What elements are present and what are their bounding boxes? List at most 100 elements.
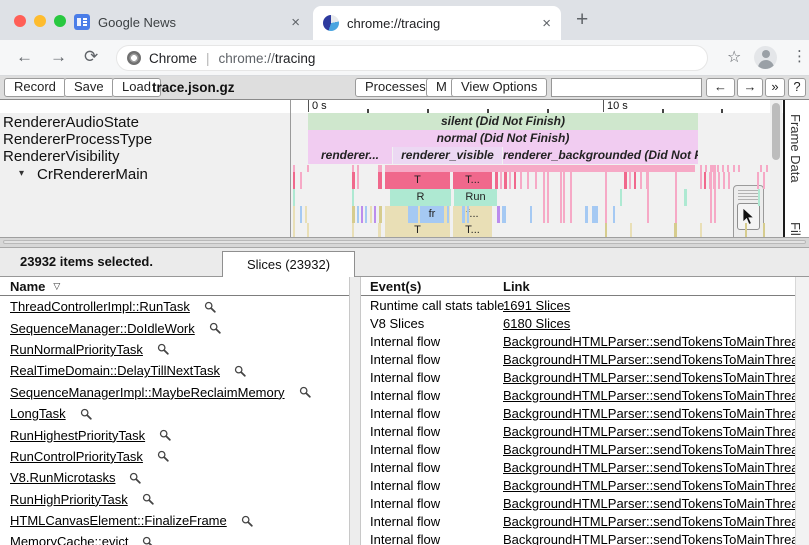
slice-name-link[interactable]: SequenceManagerImpl::MaybeReclaimMemory — [10, 385, 285, 400]
trace-slice[interactable] — [585, 206, 588, 223]
trace-slice[interactable] — [674, 223, 677, 237]
trace-slice[interactable] — [307, 165, 309, 172]
slice-name-link[interactable]: HTMLCanvasElement::FinalizeFrame — [10, 513, 227, 528]
back-icon[interactable]: ← — [16, 47, 33, 67]
event-link[interactable]: BackgroundHTMLParser::sendTokensToMainTh… — [503, 406, 795, 421]
trace-slice[interactable] — [620, 189, 622, 206]
event-link[interactable]: BackgroundHTMLParser::sendTokensToMainTh… — [503, 424, 795, 439]
trace-slice[interactable] — [520, 172, 522, 189]
slice-name-link[interactable]: LongTask — [10, 406, 66, 421]
close-window-button[interactable] — [14, 15, 26, 27]
trace-slice[interactable] — [378, 223, 381, 237]
trace-slice[interactable] — [293, 189, 295, 206]
event-link[interactable]: BackgroundHTMLParser::sendTokensToMainTh… — [503, 352, 795, 367]
trace-slice[interactable] — [718, 172, 720, 189]
trace-slice[interactable] — [293, 223, 295, 237]
event-link[interactable]: BackgroundHTMLParser::sendTokensToMainTh… — [503, 388, 795, 403]
trace-slice[interactable] — [527, 172, 529, 189]
trace-slice[interactable] — [535, 172, 537, 189]
trace-slice[interactable] — [733, 165, 735, 172]
trace-slice[interactable] — [379, 206, 382, 223]
trace-slice[interactable] — [374, 206, 376, 223]
trace-slice[interactable] — [378, 172, 382, 189]
state-bar[interactable]: silent (Did Not Finish) — [308, 113, 698, 130]
trace-slice[interactable] — [634, 172, 636, 189]
slice-name-link[interactable]: RunNormalPriorityTask — [10, 342, 143, 357]
reload-icon[interactable]: ⟳ — [84, 47, 98, 67]
trace-slice[interactable] — [704, 172, 706, 189]
trace-slice[interactable] — [352, 189, 354, 206]
trace-slice[interactable] — [605, 165, 607, 223]
trace-slice[interactable]: T — [385, 172, 450, 189]
timeline-canvas[interactable]: RendererAudioState RendererProcessType R… — [0, 100, 809, 237]
event-link[interactable]: BackgroundHTMLParser::sendTokensToMainTh… — [503, 460, 795, 475]
trace-slice[interactable]: R — [390, 189, 451, 206]
slice-name-link[interactable]: RealTimeDomain::DelayTillNextTask — [10, 363, 220, 378]
trace-slice[interactable] — [684, 189, 687, 206]
trace-slice[interactable] — [613, 206, 615, 223]
trace-slice[interactable] — [757, 172, 759, 189]
trace-slice[interactable] — [293, 165, 295, 172]
trace-slice[interactable] — [408, 206, 418, 223]
trace-slice[interactable] — [717, 165, 719, 172]
trace-slice[interactable] — [547, 165, 549, 223]
trace-slice[interactable] — [500, 172, 502, 189]
timeline-scrollbar-thumb[interactable] — [772, 103, 780, 160]
trace-slice[interactable] — [700, 223, 702, 237]
trace-slice[interactable] — [447, 206, 449, 223]
event-link[interactable]: BackgroundHTMLParser::sendTokensToMainTh… — [503, 334, 795, 349]
trace-slice[interactable] — [760, 165, 762, 172]
trace-slice[interactable] — [745, 223, 747, 237]
trace-slice[interactable] — [705, 165, 707, 172]
collapse-triangle-icon[interactable]: ▾ — [19, 168, 24, 179]
trace-slice[interactable] — [293, 172, 295, 189]
tab-file-stats[interactable]: Fil — [788, 222, 803, 236]
trace-slice[interactable] — [675, 165, 677, 223]
view-options-button[interactable]: View Options — [451, 78, 547, 97]
trace-slice[interactable] — [497, 206, 500, 223]
tab-google-news[interactable]: Google News × — [64, 8, 310, 36]
trace-slice[interactable] — [300, 172, 302, 189]
event-link[interactable]: 1691 Slices — [503, 298, 570, 313]
trace-slice[interactable] — [352, 223, 354, 237]
trace-slice[interactable]: Run — [454, 189, 497, 206]
trace-slice[interactable] — [714, 165, 716, 223]
trace-slice[interactable] — [352, 165, 354, 172]
trace-slice[interactable]: f... — [453, 206, 492, 223]
event-link[interactable]: BackgroundHTMLParser::sendTokensToMainTh… — [503, 370, 795, 385]
trace-slice[interactable] — [352, 206, 355, 223]
tab-chrome-tracing[interactable]: chrome://tracing × — [313, 6, 561, 40]
state-bar[interactable]: renderer_backgrounded (Did Not Finish) — [503, 147, 698, 164]
trace-slice[interactable] — [370, 206, 372, 223]
trace-slice[interactable] — [305, 206, 307, 223]
record-button[interactable]: Record — [4, 78, 66, 97]
magnifier-icon[interactable] — [142, 493, 154, 505]
trace-slice[interactable] — [630, 223, 632, 237]
slice-name-link[interactable]: ThreadControllerImpl::RunTask — [10, 299, 190, 314]
slice-name-link[interactable]: SequenceManager::DoIdleWork — [10, 321, 195, 336]
state-bar[interactable]: normal (Did Not Finish) — [308, 130, 698, 147]
trace-slice[interactable] — [514, 172, 516, 189]
trace-slice[interactable] — [307, 223, 309, 237]
trace-slice[interactable] — [293, 206, 295, 223]
browser-menu-icon[interactable]: ⋮ — [792, 47, 807, 65]
omnibox[interactable]: Chrome | chrome:// tracing — [116, 45, 708, 71]
find-next-button[interactable]: → — [737, 78, 763, 97]
trace-slice[interactable]: fr — [420, 206, 444, 223]
profile-avatar[interactable] — [754, 46, 777, 69]
magnifier-icon[interactable] — [80, 408, 92, 420]
trace-slice[interactable] — [378, 165, 382, 172]
trace-slice[interactable] — [624, 172, 627, 189]
trace-slice[interactable] — [543, 165, 545, 223]
trace-slice[interactable] — [700, 165, 702, 172]
trace-slice[interactable] — [560, 165, 562, 223]
magnifier-icon[interactable] — [299, 386, 311, 398]
processes-button[interactable]: Processes — [355, 78, 436, 97]
trace-slice[interactable] — [357, 206, 359, 223]
trace-slice[interactable] — [763, 223, 765, 237]
trace-slice[interactable] — [738, 165, 740, 172]
close-tab-icon[interactable]: × — [542, 15, 551, 32]
magnifier-icon[interactable] — [209, 322, 221, 334]
trace-slice[interactable] — [629, 172, 631, 189]
save-button[interactable]: Save — [64, 78, 114, 97]
